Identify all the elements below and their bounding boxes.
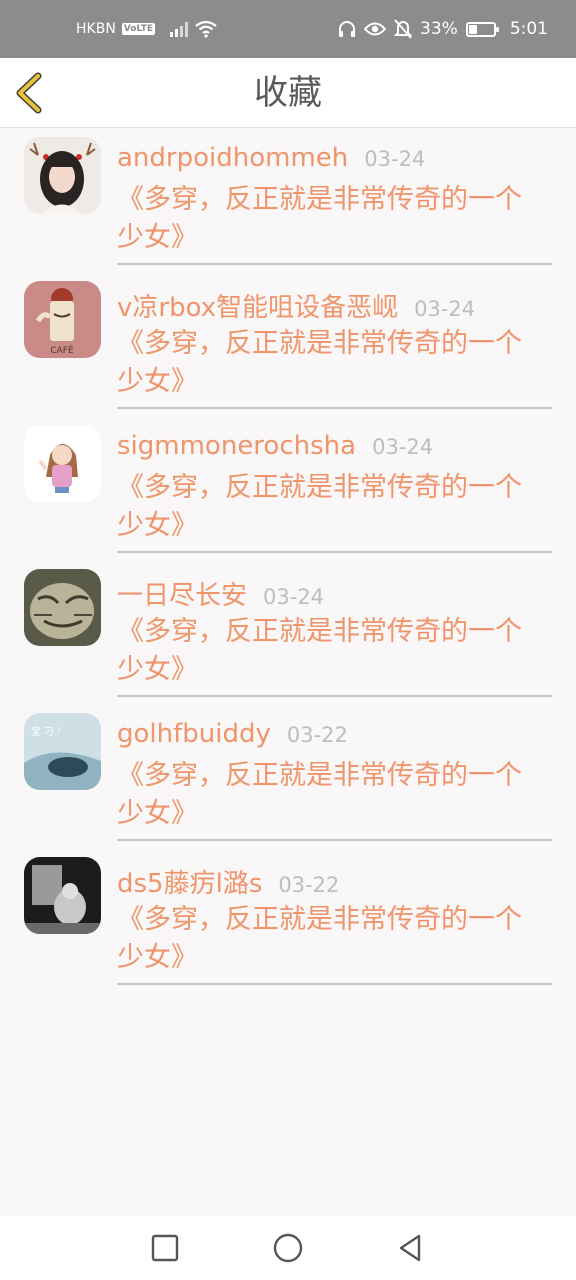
favorites-list: andrpoidhommeh 03-24 《多穿，反正就是非常传奇的一个少女》 … [0,129,576,993]
avatar[interactable] [24,425,101,502]
avatar[interactable] [24,137,101,214]
item-message: 《多穿，反正就是非常传奇的一个少女》 [117,472,522,541]
user-name[interactable]: ds5藤疠l潞s [117,863,262,900]
nav-back-button[interactable] [393,1230,429,1266]
item-content: 一日尽长安 03-24 《多穿，反正就是非常传奇的一个少女》 [117,575,552,689]
avatar[interactable]: CAFÉ [24,281,101,358]
item-date: 03-22 [278,873,340,897]
item-message: 《多穿，反正就是非常传奇的一个少女》 [117,616,522,685]
user-name[interactable]: 一日尽长安 [117,575,247,612]
headphones-icon [339,21,356,37]
bell-off-icon [394,19,413,39]
divider [117,983,552,985]
battery-icon [465,21,499,37]
page-title: 收藏 [254,73,322,113]
list-item[interactable]: ds5藤疠l潞s 03-22 《多穿，反正就是非常传奇的一个少女》 [0,849,576,993]
item-content: sigmmonerochsha 03-24 《多穿，反正就是非常传奇的一个少女》 [117,431,552,545]
clock: 5:01 [509,19,548,39]
user-name[interactable]: v凉rbox智能咀设备恶岘 [117,287,398,324]
avatar[interactable]: 宝 刁 ² [24,713,101,790]
user-name[interactable]: golhfbuiddy [117,719,271,749]
status-right: 33% 5:01 [338,0,548,58]
carrier-label: HKBN [76,21,116,37]
item-content: golhfbuiddy 03-22 《多穿，反正就是非常传奇的一个少女》 [117,719,552,833]
divider [117,839,552,841]
header-bar: 收藏 [0,58,576,128]
user-name[interactable]: andrpoidhommeh [117,143,348,173]
status-bar: HKBN VoLTE 33% 5:01 [0,0,576,58]
status-left: HKBN VoLTE [76,0,217,58]
list-item[interactable]: 宝 刁 ² golhfbuiddy 03-22 《多穿，反正就是非常传奇的一个少… [0,705,576,849]
item-message: 《多穿，反正就是非常传奇的一个少女》 [117,184,522,253]
divider [117,551,552,553]
wifi-icon [195,20,217,38]
list-item[interactable]: sigmmonerochsha 03-24 《多穿，反正就是非常传奇的一个少女》 [0,417,576,561]
avatar-cafe-text: CAFÉ [50,344,74,356]
avatar-boat-text: 宝 刁 ² [31,725,61,738]
user-name[interactable]: sigmmonerochsha [117,431,356,461]
volte-badge: VoLTE [121,23,155,35]
divider [117,263,552,265]
item-content: andrpoidhommeh 03-24 《多穿，反正就是非常传奇的一个少女》 [117,143,552,257]
avatar[interactable] [24,857,101,934]
item-content: v凉rbox智能咀设备恶岘 03-24 《多穿，反正就是非常传奇的一个少女》 [117,287,552,401]
item-date: 03-24 [364,147,426,171]
square-icon [151,1234,179,1262]
triangle-back-icon [399,1234,421,1262]
signal-icon [170,22,188,37]
divider [117,407,552,409]
home-button[interactable] [270,1230,306,1266]
item-message: 《多穿，反正就是非常传奇的一个少女》 [117,904,522,973]
eye-icon [364,22,387,36]
item-date: 03-24 [414,297,476,321]
circle-icon [273,1233,303,1263]
item-date: 03-24 [263,585,325,609]
item-date: 03-24 [372,435,434,459]
recents-button[interactable] [147,1230,183,1266]
divider [117,695,552,697]
system-nav-bar [0,1216,576,1280]
item-message: 《多穿，反正就是非常传奇的一个少女》 [117,328,522,397]
list-item[interactable]: andrpoidhommeh 03-24 《多穿，反正就是非常传奇的一个少女》 [0,129,576,273]
list-item[interactable]: 一日尽长安 03-24 《多穿，反正就是非常传奇的一个少女》 [0,561,576,705]
list-item[interactable]: CAFÉ v凉rbox智能咀设备恶岘 03-24 《多穿，反正就是非常传奇的一个… [0,273,576,417]
battery-percent: 33% [420,19,458,39]
avatar[interactable] [24,569,101,646]
item-content: ds5藤疠l潞s 03-22 《多穿，反正就是非常传奇的一个少女》 [117,863,552,977]
item-message: 《多穿，反正就是非常传奇的一个少女》 [117,760,522,829]
item-date: 03-22 [286,723,348,747]
